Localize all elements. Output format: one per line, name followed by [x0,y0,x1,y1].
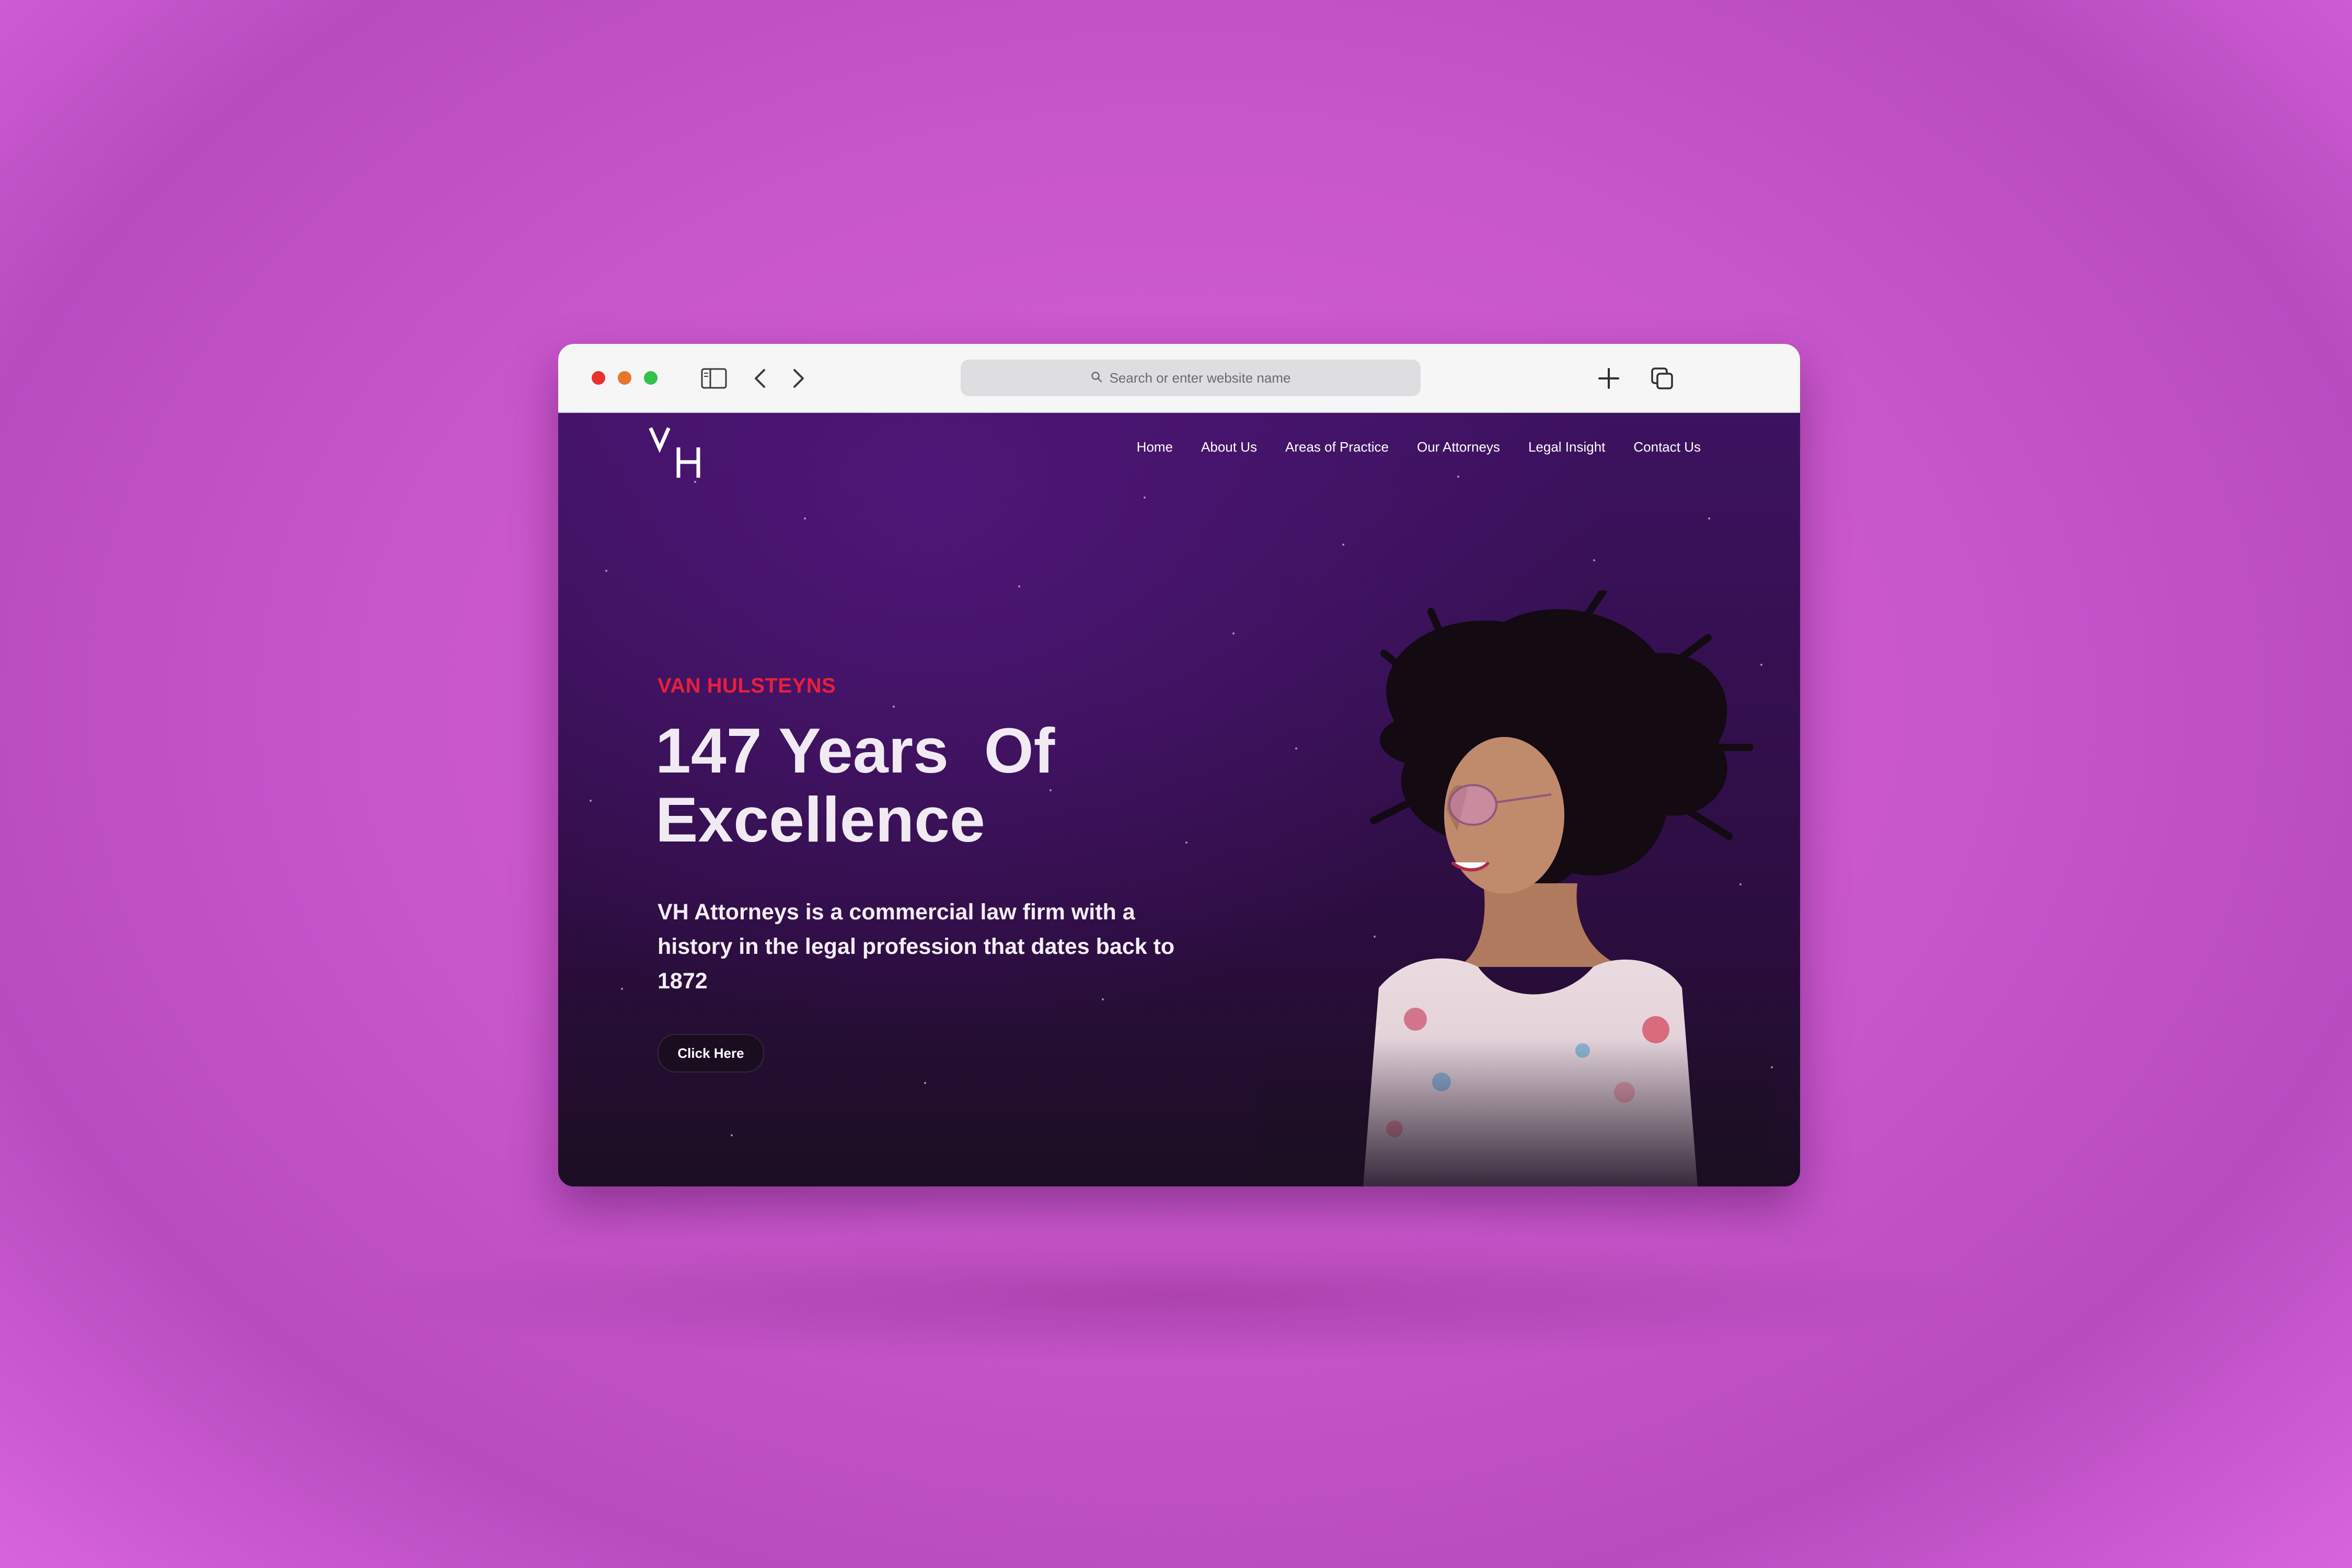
main-nav: Home About Us Areas of Practice Our Atto… [1137,439,1701,455]
nav-legal-insight[interactable]: Legal Insight [1528,439,1605,455]
new-tab-icon[interactable] [1594,364,1623,393]
browser-window: Search or enter website name Home About … [558,344,1800,1186]
site-logo[interactable] [648,422,711,480]
nav-areas-of-practice[interactable]: Areas of Practice [1285,439,1389,455]
browser-toolbar: Search or enter website name [558,344,1800,413]
search-icon [1091,370,1102,386]
tabs-overview-icon[interactable] [1647,364,1677,393]
nav-our-attorneys[interactable]: Our Attorneys [1417,439,1500,455]
hero-eyebrow: VAN HULSTEYNS [658,674,836,697]
zoom-window-button[interactable] [644,371,658,385]
address-bar[interactable]: Search or enter website name [961,360,1421,396]
floor-shadow [366,1228,1986,1364]
nav-about-us[interactable]: About Us [1201,439,1257,455]
click-here-button[interactable]: Click Here [658,1034,764,1073]
forward-icon[interactable] [784,364,813,393]
close-window-button[interactable] [592,371,605,385]
nav-contact-us[interactable]: Contact Us [1633,439,1701,455]
hero-portrait-image [1259,591,1771,1186]
address-placeholder: Search or enter website name [1109,370,1291,386]
hero-headline: 147 Years Of Excellence [655,716,1126,854]
hero-description: VH Attorneys is a commercial law firm wi… [658,900,1175,994]
minimize-window-button[interactable] [618,371,631,385]
sidebar-icon[interactable] [699,364,729,393]
back-icon[interactable] [745,364,775,393]
hero-headline-line-1: 147 Years Of [655,715,1055,786]
nav-home[interactable]: Home [1137,439,1173,455]
website-hero: Home About Us Areas of Practice Our Atto… [558,413,1800,1186]
hero-headline-line-2: Excellence [655,784,985,855]
